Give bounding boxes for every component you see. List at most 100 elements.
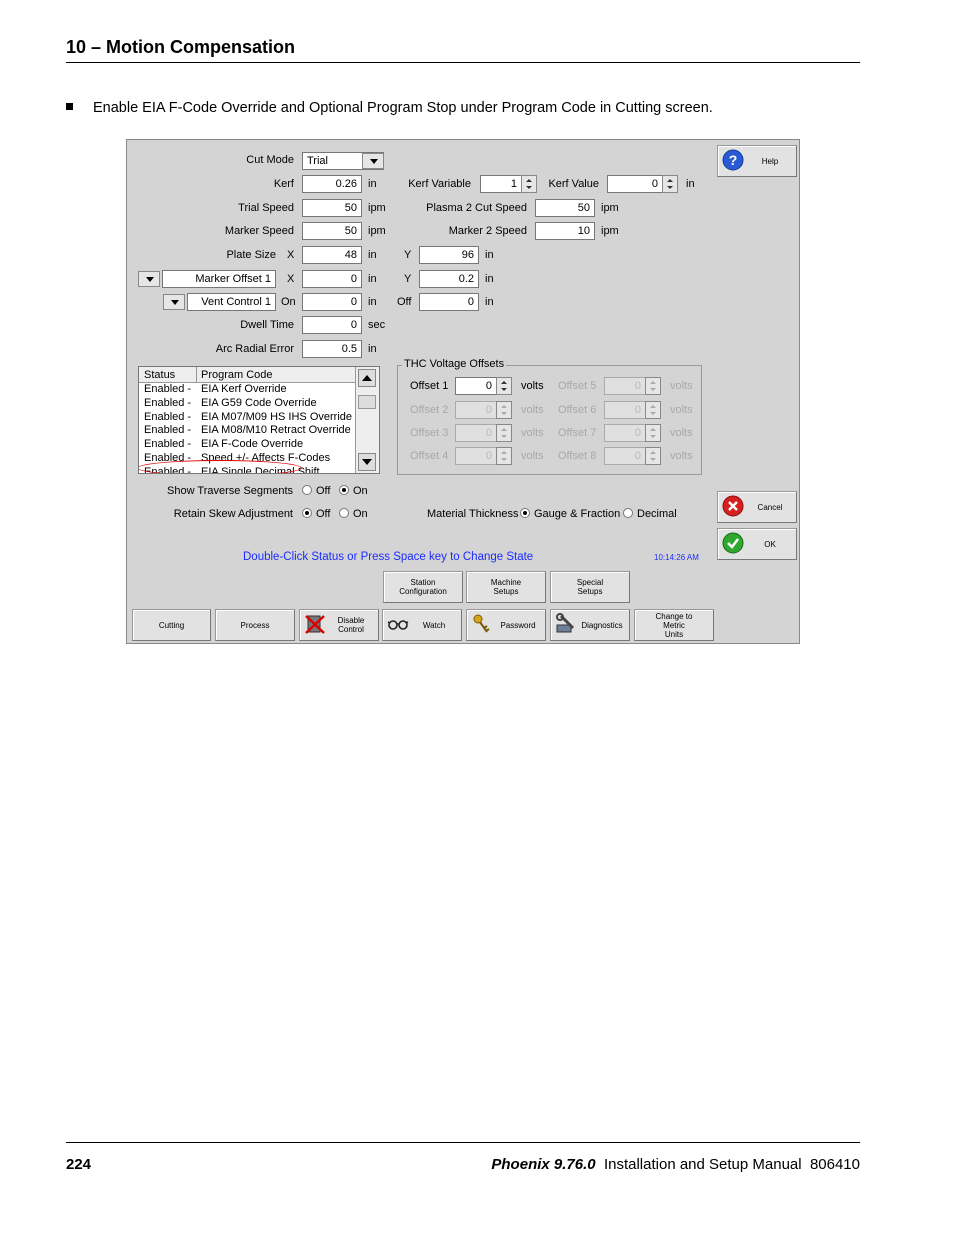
cut-mode-label: Cut Mode [246,154,294,166]
footer-rule [66,1142,860,1143]
offset4-unit: volts [521,450,544,462]
program-code-column-header: Program Code [201,369,273,381]
marker2-speed-unit: ipm [601,225,619,237]
marker-offset-y-label: Y [404,273,412,285]
offset6-field: 0 [604,401,646,419]
vent-on-label: On [281,296,296,308]
arc-radial-error-field[interactable]: 0.5 [302,340,362,358]
watch-glasses-icon [387,620,409,630]
footer-title: Installation and Setup Manual [603,1156,802,1173]
diagnostics-button[interactable]: Diagnostics [550,609,630,641]
highlight-oval [139,460,302,473]
list-item[interactable]: Enabled - EIA Kerf Override [139,383,356,397]
plate-size-x-field[interactable]: 48 [302,246,362,264]
marker-offset-dropdown-icon[interactable] [138,271,160,287]
offset6-spinner [645,401,661,419]
button-label: Process [240,620,270,630]
machine-setups-button[interactable]: Machine Setups [466,571,546,603]
offset5-label: Offset 5 [558,380,597,392]
change-metric-units-button[interactable]: Change to Metric Units [634,609,714,641]
marker-speed-label: Marker Speed [224,225,294,237]
scroll-up-icon[interactable] [358,369,376,387]
trial-speed-label: Trial Speed [238,202,294,214]
radio-off-icon [623,508,633,518]
special-setups-button[interactable]: Special Setups [550,571,630,603]
page-number: 224 [66,1156,92,1173]
scroll-thumb[interactable] [358,395,376,409]
arc-radial-error-label: Arc Radial Error [215,343,294,355]
button-label: Special Setups [576,578,604,596]
svg-text:?: ? [729,152,738,168]
list-item[interactable]: Enabled - EIA M07/M09 HS IHS Override [139,411,356,425]
watch-button[interactable]: Watch [382,609,462,641]
vent-control-select[interactable]: Vent Control 1 [187,293,276,311]
decimal-radio[interactable]: Decimal [623,508,677,520]
vent-off-unit: in [485,296,494,308]
kerf-field[interactable]: 0.26 [302,175,362,193]
marker-offset-y-field[interactable]: 0.2 [419,270,479,288]
marker-offset-x-label: X [287,273,295,285]
offset1-field[interactable]: 0 [455,377,497,395]
thc-voltage-offsets-group: THC Voltage Offsets Offset 1 0 volts Off… [397,358,702,475]
marker-offset-x-unit: in [368,273,377,285]
header-rule [66,62,860,63]
marker-offset-x-field[interactable]: 0 [302,270,362,288]
list-item[interactable]: Enabled - EIA M08/M10 Retract Override [139,424,356,438]
help-button[interactable]: ? Help [717,145,797,177]
radio-label: Off [316,508,331,520]
program-code-list[interactable]: Status Program Code Enabled - EIA Kerf Ov… [138,366,380,474]
offset1-spinner[interactable] [496,377,512,395]
scroll-down-icon[interactable] [358,453,376,471]
retain-skew-on-radio[interactable]: On [339,508,368,520]
password-button[interactable]: Password [466,609,546,641]
offset6-label: Offset 6 [558,404,597,416]
offset7-field: 0 [604,424,646,442]
station-configuration-button[interactable]: Station Configuration [383,571,463,603]
offset2-unit: volts [521,404,544,416]
gauge-fraction-radio[interactable]: Gauge & Fraction [520,508,620,520]
vent-control-dropdown-icon[interactable] [163,294,185,310]
plasma2-speed-field[interactable]: 50 [535,199,595,217]
marker2-speed-label: Marker 2 Speed [448,225,527,237]
ok-button[interactable]: OK [717,528,797,560]
cancel-icon [722,495,744,517]
help-icon: ? [722,149,744,171]
vent-on-field[interactable]: 0 [302,293,362,311]
offset8-field: 0 [604,447,646,465]
plasma2-speed-unit: ipm [601,202,619,214]
cutting-setup-screen: Cut Mode Trial Kerf 0.26 in Trial Speed … [126,139,800,644]
bullet-text: Enable EIA F-Code Override and Optional … [93,100,713,116]
retain-skew-off-radio[interactable]: Off [302,508,330,520]
cutting-button[interactable]: Cutting [132,609,211,641]
offset4-spinner [496,447,512,465]
code-cell: EIA M08/M10 Retract Override [201,424,351,436]
process-button[interactable]: Process [215,609,295,641]
kerf-variable-spinner[interactable] [521,175,537,193]
list-scrollbar[interactable] [355,367,379,473]
dwell-time-field[interactable]: 0 [302,316,362,334]
list-item[interactable]: Enabled - EIA G59 Code Override [139,397,356,411]
list-item-highlighted[interactable]: Enabled - EIA F-Code Override [139,438,356,452]
show-traverse-on-radio[interactable]: On [339,485,368,497]
plate-size-y-unit: in [485,249,494,261]
cancel-button[interactable]: Cancel [717,491,797,523]
marker-speed-field[interactable]: 50 [302,222,362,240]
kerf-value-field[interactable]: 0 [607,175,663,193]
trial-speed-field[interactable]: 50 [302,199,362,217]
cut-mode-value: Trial [307,155,328,167]
check-icon [722,532,744,554]
kerf-value-spinner[interactable] [662,175,678,193]
plate-size-x-unit: in [368,249,377,261]
offset3-spinner [496,424,512,442]
cut-mode-dropdown-icon[interactable] [362,153,384,169]
marker-offset-select[interactable]: Marker Offset 1 [162,270,276,288]
disable-control-icon [305,615,325,634]
marker2-speed-field[interactable]: 10 [535,222,595,240]
plate-size-y-field[interactable]: 96 [419,246,479,264]
vent-off-field[interactable]: 0 [419,293,479,311]
show-traverse-off-radio[interactable]: Off [302,485,330,497]
status-cell: Enabled - [144,383,192,395]
kerf-variable-field[interactable]: 1 [480,175,522,193]
offset7-unit: volts [670,427,693,439]
disable-control-button[interactable]: Disable Control [299,609,379,641]
